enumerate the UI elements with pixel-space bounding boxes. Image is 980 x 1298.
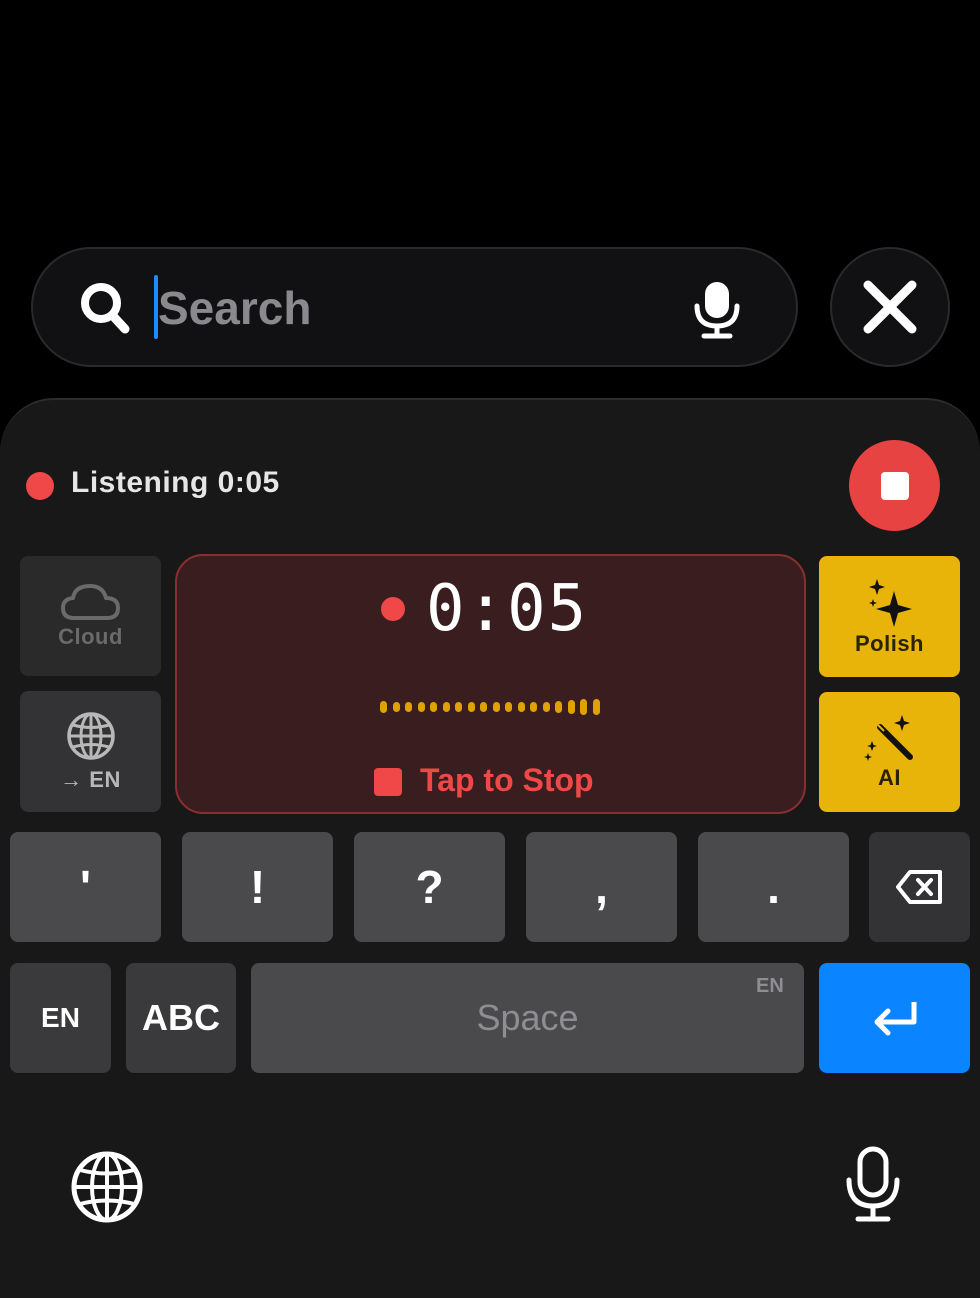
waveform-bar <box>567 700 575 714</box>
key-comma[interactable]: , <box>526 832 677 942</box>
delete-key[interactable] <box>869 832 970 942</box>
waveform-bar <box>430 702 437 712</box>
search-input[interactable] <box>158 274 678 342</box>
close-search-button[interactable] <box>830 247 950 367</box>
waveform-bar <box>467 702 475 712</box>
waveform-bar <box>592 699 600 715</box>
stop-icon <box>880 471 909 500</box>
waveform-bar <box>442 702 450 712</box>
key-apostrophe[interactable]: ' <box>10 832 161 942</box>
waveform-bar <box>480 702 487 712</box>
abc-key[interactable]: ABC <box>126 963 236 1073</box>
waveform-bar <box>555 701 562 713</box>
stop-square-icon <box>374 768 402 796</box>
waveform-bar <box>455 702 462 712</box>
cloud-button[interactable]: Cloud <box>20 556 161 676</box>
ai-label: AI <box>878 765 901 790</box>
key-period[interactable]: . <box>698 832 849 942</box>
ai-button[interactable]: AI <box>819 692 960 812</box>
translate-label: → EN <box>60 766 121 792</box>
microphone-icon[interactable] <box>690 280 744 340</box>
key-exclamation[interactable]: ! <box>182 832 333 942</box>
backspace-icon <box>895 870 942 904</box>
translate-to-en-button[interactable]: → EN <box>20 691 161 812</box>
tap-to-stop-label[interactable]: Tap to Stop <box>420 762 594 799</box>
waveform-bar <box>405 702 412 712</box>
polish-button[interactable]: Polish <box>819 556 960 677</box>
close-icon <box>863 280 917 334</box>
waveform-bar <box>580 699 587 715</box>
waveform-bar <box>380 701 387 713</box>
dictation-microphone-icon[interactable] <box>844 1146 902 1224</box>
language-key[interactable]: EN <box>10 963 111 1073</box>
cloud-icon <box>60 584 120 620</box>
sparkles-icon <box>868 578 912 627</box>
recording-indicator <box>26 472 54 500</box>
magic-wand-icon <box>863 715 913 761</box>
return-key[interactable] <box>819 963 970 1073</box>
key-question[interactable]: ? <box>354 832 505 942</box>
waveform-bar <box>417 702 425 712</box>
waveform-bar <box>542 702 550 712</box>
recording-dot <box>381 597 405 621</box>
waveform-bar <box>517 702 525 712</box>
polish-label: Polish <box>854 630 924 656</box>
waveform-bar <box>505 702 512 712</box>
waveform-bar <box>530 702 537 712</box>
recording-timer: 0:05 <box>426 572 589 646</box>
cloud-label: Cloud <box>58 624 123 649</box>
return-icon <box>874 1002 916 1036</box>
listening-status: Listening 0:05 <box>71 466 280 499</box>
globe-icon[interactable] <box>70 1150 144 1224</box>
waveform-bar <box>492 702 500 712</box>
stop-recording-button[interactable] <box>849 440 940 531</box>
space-key[interactable]: Space <box>251 963 804 1073</box>
globe-icon <box>66 711 115 760</box>
space-language-hint: EN <box>756 975 784 997</box>
waveform-bar <box>392 702 400 712</box>
audio-waveform <box>380 696 600 718</box>
search-icon <box>81 283 130 334</box>
